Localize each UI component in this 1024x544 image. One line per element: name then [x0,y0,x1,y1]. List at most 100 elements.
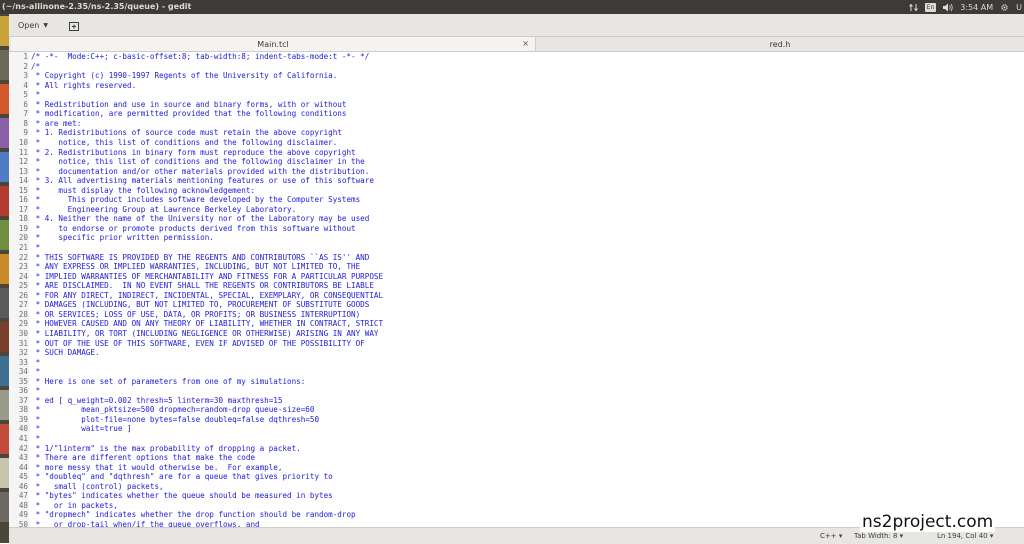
language-selector[interactable]: C++ ▾ [820,532,842,540]
launcher-app-icon[interactable] [0,254,9,284]
launcher-app-icon[interactable] [0,424,9,454]
code-line: 11 * 2. Redistributions in binary form m… [9,148,1024,158]
code-text: * small (control) packets, [31,481,164,491]
launcher-app-icon[interactable] [0,118,9,148]
line-number: 48 [18,500,28,510]
code-line: 39 * plot-file=none bytes=false doubleq=… [9,415,1024,425]
code-line: 34 * [9,367,1024,377]
line-number: 7 [23,109,28,119]
code-text: * [31,357,41,367]
line-number: 50 [18,519,28,527]
launcher-app-icon[interactable] [0,84,9,114]
code-line: 22 * THIS SOFTWARE IS PROVIDED BY THE RE… [9,253,1024,263]
code-text: * wait=true ] [31,424,132,434]
gear-icon[interactable] [1000,3,1009,12]
code-text: * documentation and/or other materials p… [31,166,370,176]
code-line: 10 * notice, this list of conditions and… [9,138,1024,148]
code-line: 13 * documentation and/or other material… [9,167,1024,177]
network-arrows-icon[interactable] [908,3,918,12]
line-number: 4 [23,80,28,90]
tab-width-selector[interactable]: Tab Width: 8 ▾ [854,532,903,540]
line-number: 30 [18,328,28,338]
code-line: 7 * modification, are permitted provided… [9,109,1024,119]
line-number: 19 [18,223,28,233]
line-number: 39 [18,414,28,424]
line-number: 29 [18,319,28,329]
code-text: * plot-file=none bytes=false doubleq=fal… [31,414,320,424]
tab-label: red.h [769,39,791,49]
code-line: 40 * wait=true ] [9,424,1024,434]
code-text: /* [31,61,41,71]
line-number: 47 [18,491,28,501]
launcher-app-icon[interactable] [0,356,9,386]
code-line: 38 * mean_pktsize=500 dropmech=random-dr… [9,405,1024,415]
code-text: * mean_pktsize=500 dropmech=random-drop … [31,405,315,415]
code-line: 25 * ARE DISCLAIMED. IN NO EVENT SHALL T… [9,281,1024,291]
keyboard-layout-indicator[interactable]: En [924,2,937,12]
launcher-trash-icon[interactable] [0,492,9,522]
code-line: 41 * [9,434,1024,444]
open-button[interactable]: Open ▼ [18,18,48,32]
code-line: 15 * must display the following acknowle… [9,186,1024,196]
code-line: 36 * [9,386,1024,396]
user-menu[interactable]: U [1016,3,1022,12]
clock[interactable]: 3:54 AM [960,3,993,12]
code-text: * more messy that it would otherwise be.… [31,462,283,472]
launcher-app-icon[interactable] [0,50,9,80]
line-number: 11 [18,147,28,157]
volume-icon[interactable] [943,3,953,12]
code-line: 24 * IMPLIED WARRANTIES OF MERCHANTABILI… [9,272,1024,282]
line-number: 44 [18,462,28,472]
code-line: 32 * SUCH DAMAGE. [9,348,1024,358]
tab-red-h[interactable]: red.h [536,37,1024,51]
line-number: 40 [18,424,28,434]
code-editor[interactable]: 1/* -*- Mode:C++; c-basic-offset:8; tab-… [9,52,1024,527]
code-text: * FOR ANY DIRECT, INDIRECT, INCIDENTAL, … [31,290,384,300]
code-text: * are met: [31,118,82,128]
code-line: 19 * to endorse or promote products deri… [9,224,1024,234]
line-number: 10 [18,137,28,147]
line-number: 6 [23,99,28,109]
line-number: 9 [23,128,28,138]
launcher-app-icon[interactable] [0,186,9,216]
watermark-text: ns2project.com [860,512,996,532]
line-number: 45 [18,472,28,482]
code-line: 14 * 3. All advertising materials mentio… [9,176,1024,186]
tab-label: Main.tcl [257,39,289,49]
launcher-app-icon[interactable] [0,322,9,352]
close-icon[interactable]: × [522,39,529,48]
code-text: * 4. Neither the name of the University … [31,214,370,224]
code-text: * 1/"linterm" is the max probability of … [31,443,301,453]
code-line: 16 * This product includes software deve… [9,195,1024,205]
launcher-app-icon[interactable] [0,458,9,488]
chevron-down-icon: ▼ [43,21,48,29]
launcher-app-icon[interactable] [0,220,9,250]
code-line: 3 * Copyright (c) 1990-1997 Regents of t… [9,71,1024,81]
launcher-app-icon[interactable] [0,390,9,420]
code-line: 9 * 1. Redistributions of source code mu… [9,128,1024,138]
launcher-app-icon[interactable] [0,288,9,318]
line-number: 36 [18,386,28,396]
line-number: 22 [18,252,28,262]
code-text: * This product includes software develop… [31,195,361,205]
new-document-button[interactable] [67,18,81,32]
code-text: * [31,386,41,396]
code-text: * 3. All advertising materials mentionin… [31,176,374,186]
launcher-app-icon[interactable] [0,16,9,46]
code-line: 1/* -*- Mode:C++; c-basic-offset:8; tab-… [9,52,1024,62]
cursor-position[interactable]: Ln 194, Col 40 ▾ [937,532,993,540]
code-text: * to endorse or promote products derived… [31,223,356,233]
line-number: 14 [18,176,28,186]
code-line: 17 * Engineering Group at Lawrence Berke… [9,205,1024,215]
line-number: 18 [18,214,28,224]
code-line: 42 * 1/"linterm" is the max probability … [9,444,1024,454]
code-line: 6 * Redistribution and use in source and… [9,100,1024,110]
launcher-app-icon[interactable] [0,152,9,182]
code-text: * DAMAGES (INCLUDING, BUT NOT LIMITED TO… [31,300,370,310]
code-text: * OR SERVICES; LOSS OF USE, DATA, OR PRO… [31,309,361,319]
code-text: * [31,90,41,100]
tab-main-tcl[interactable]: Main.tcl × [11,37,536,51]
code-line: 47 * "bytes" indicates whether the queue… [9,491,1024,501]
line-number: 20 [18,233,28,243]
line-number: 23 [18,262,28,272]
